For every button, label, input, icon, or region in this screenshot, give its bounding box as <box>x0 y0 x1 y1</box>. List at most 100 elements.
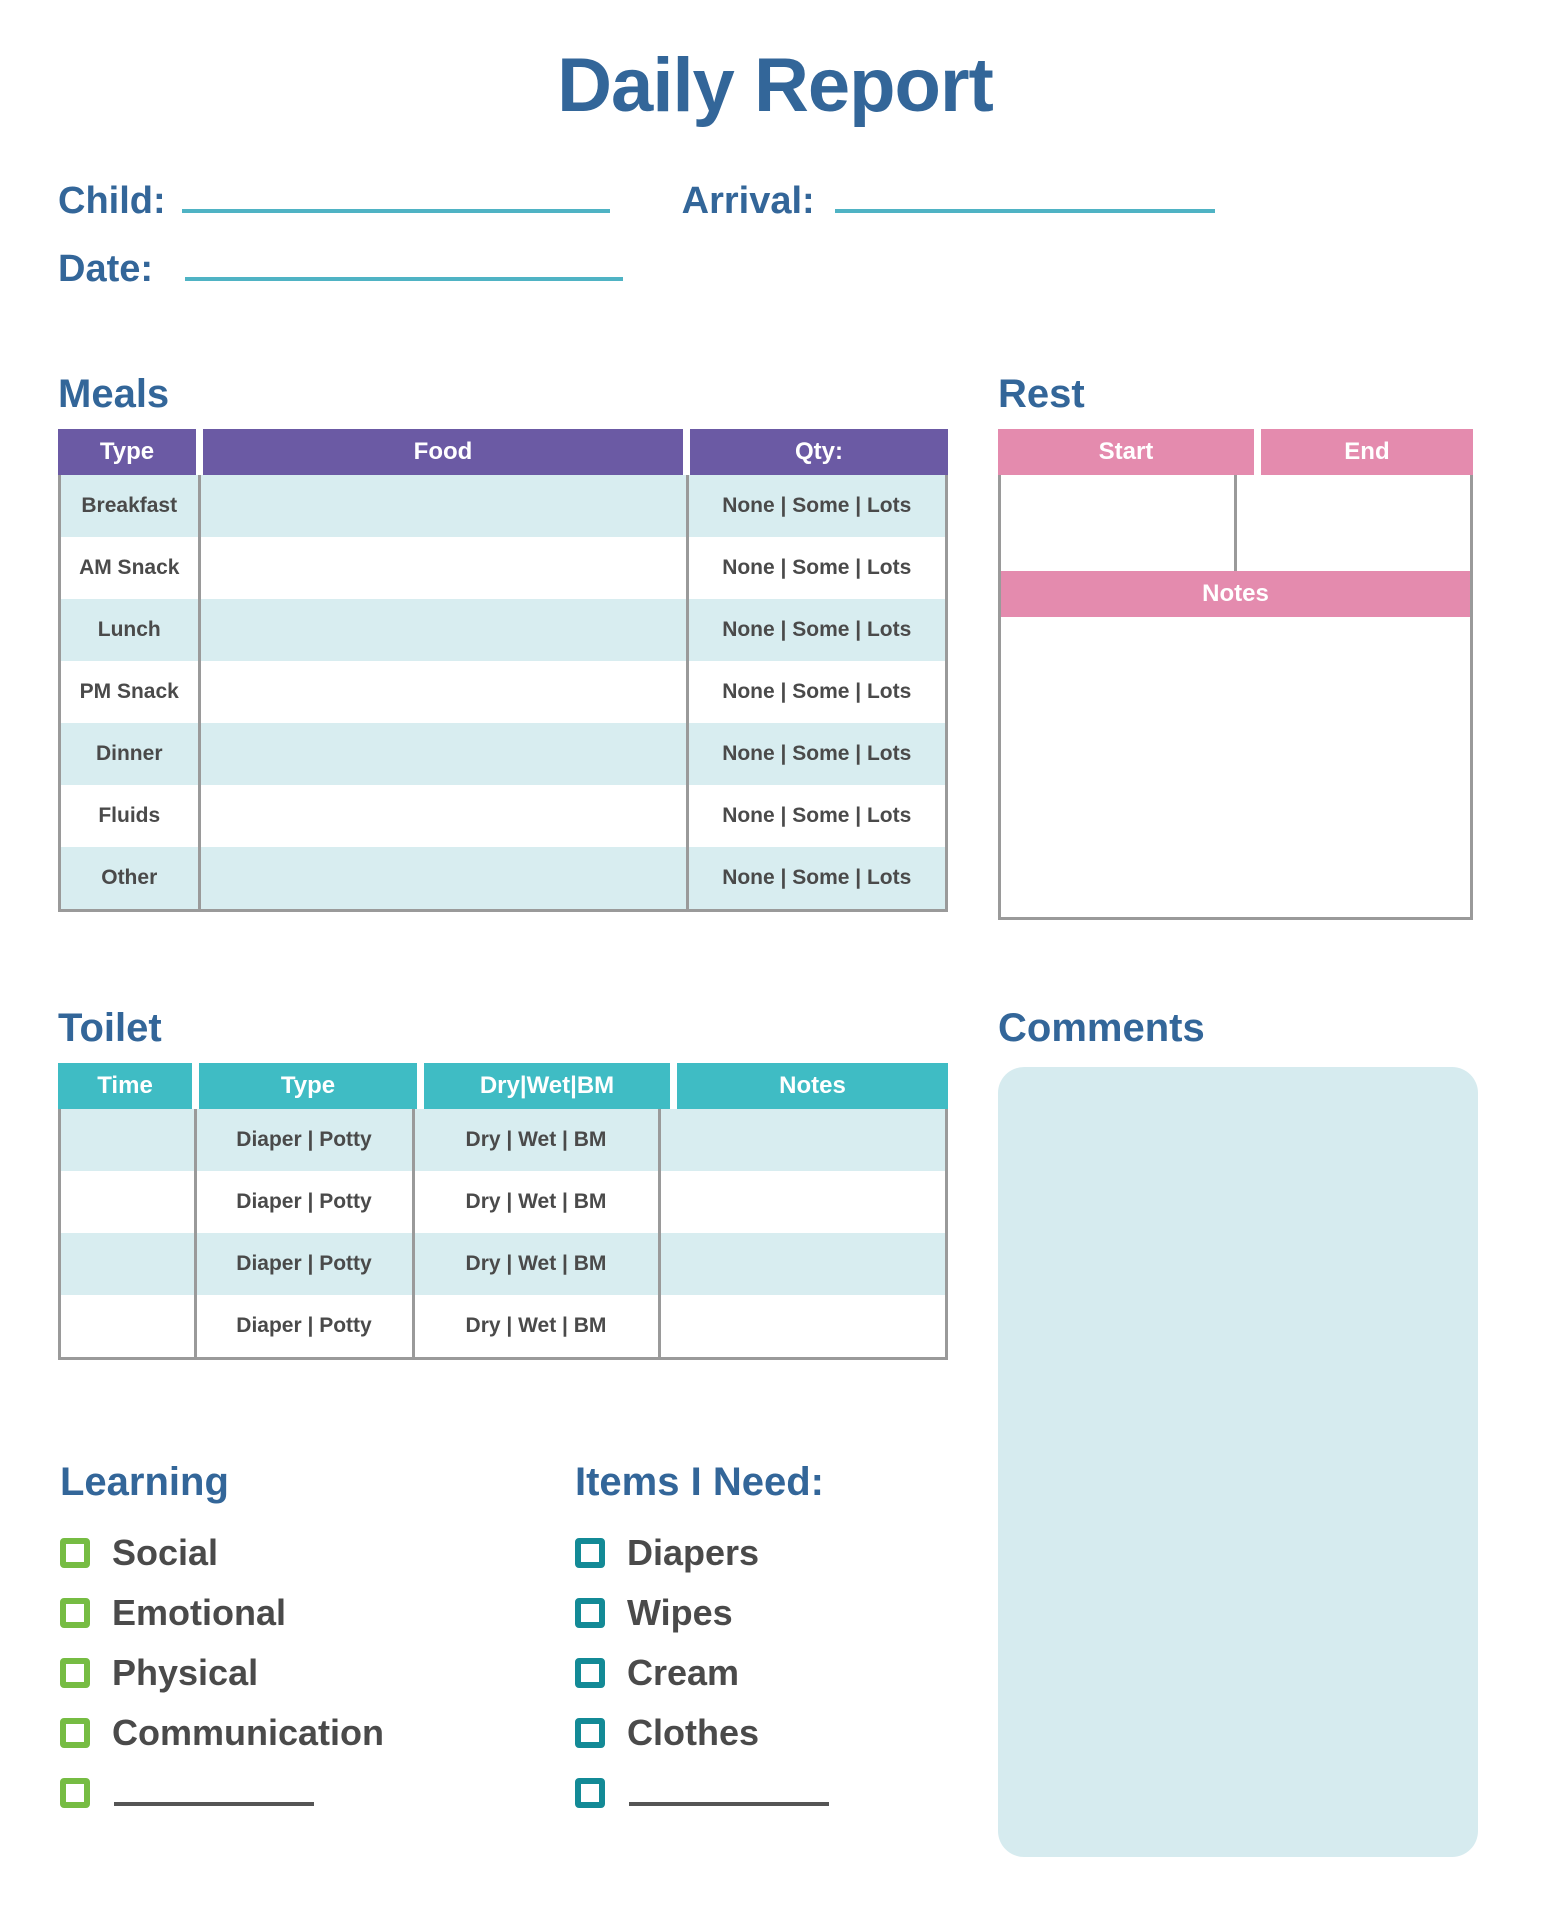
date-label: Date: <box>58 248 154 290</box>
arrival-input[interactable] <box>834 177 1215 213</box>
learning-checklist: Social Emotional Physical Communication <box>60 1523 490 1823</box>
meal-food-input[interactable] <box>199 537 689 599</box>
toilet-drywetbm-options[interactable]: Dry | Wet | BM <box>413 1233 661 1295</box>
toilet-time-input[interactable] <box>61 1295 197 1357</box>
toilet-notes-input[interactable] <box>659 1295 945 1357</box>
learning-heading: Learning <box>60 1460 229 1504</box>
list-item[interactable]: Cream <box>575 1643 975 1703</box>
toilet-notes-input[interactable] <box>659 1171 945 1233</box>
items-needed-item-label: Wipes <box>627 1592 733 1633</box>
toilet-time-input[interactable] <box>61 1171 197 1233</box>
list-item[interactable]: Diapers <box>575 1523 975 1583</box>
toilet-drywetbm-options[interactable]: Dry | Wet | BM <box>413 1171 661 1233</box>
meal-food-input[interactable] <box>199 475 689 537</box>
checkbox-icon[interactable] <box>60 1538 90 1568</box>
learning-item-label: Physical <box>112 1652 259 1693</box>
toilet-drywetbm-options[interactable]: Dry | Wet | BM <box>413 1109 661 1171</box>
list-item[interactable]: Wipes <box>575 1583 975 1643</box>
page-title: Daily Report <box>557 43 994 128</box>
meal-type: Dinner <box>61 723 201 785</box>
rest-start-input[interactable] <box>1001 475 1237 571</box>
learning-item-label: Social <box>112 1532 219 1573</box>
meal-qty-options[interactable]: None | Some | Lots <box>687 847 945 909</box>
checkbox-icon[interactable] <box>60 1598 90 1628</box>
table-row[interactable]: AM Snack None | Some | Lots <box>61 537 945 599</box>
checkbox-icon[interactable] <box>575 1778 605 1808</box>
table-row[interactable]: Other None | Some | Lots <box>61 847 945 909</box>
toilet-notes-input[interactable] <box>659 1109 945 1171</box>
meal-food-input[interactable] <box>199 723 689 785</box>
checkbox-icon[interactable] <box>60 1658 90 1688</box>
meal-qty-options[interactable]: None | Some | Lots <box>687 599 945 661</box>
items-needed-blank-input[interactable] <box>629 1780 829 1806</box>
meal-qty-options[interactable]: None | Some | Lots <box>687 661 945 723</box>
table-row[interactable]: Diaper | Potty Dry | Wet | BM <box>61 1233 945 1295</box>
checkbox-icon[interactable] <box>60 1718 90 1748</box>
meal-qty-options[interactable]: None | Some | Lots <box>687 785 945 847</box>
meal-type: PM Snack <box>61 661 201 723</box>
checkbox-icon[interactable] <box>575 1718 605 1748</box>
rest-end-input[interactable] <box>1237 475 1470 571</box>
items-needed-checklist: Diapers Wipes Cream Clothes <box>575 1523 975 1823</box>
meal-qty-options[interactable]: None | Some | Lots <box>687 475 945 537</box>
list-item[interactable]: Physical <box>60 1643 490 1703</box>
toilet-type-options[interactable]: Diaper | Potty <box>195 1233 415 1295</box>
table-row[interactable]: Fluids None | Some | Lots <box>61 785 945 847</box>
toilet-notes-input[interactable] <box>659 1233 945 1295</box>
meal-type: Other <box>61 847 201 909</box>
table-row[interactable]: Diaper | Potty Dry | Wet | BM <box>61 1109 945 1171</box>
toilet-col-type: Type <box>199 1063 417 1109</box>
meal-qty-options[interactable]: None | Some | Lots <box>687 537 945 599</box>
meal-food-input[interactable] <box>199 785 689 847</box>
checkbox-icon[interactable] <box>575 1658 605 1688</box>
rest-col-end: End <box>1260 429 1473 475</box>
meal-food-input[interactable] <box>199 847 689 909</box>
toilet-type-options[interactable]: Diaper | Potty <box>195 1109 415 1171</box>
meals-heading: Meals <box>58 372 170 416</box>
items-needed-heading: Items I Need: <box>575 1460 824 1504</box>
table-row[interactable]: Diaper | Potty Dry | Wet | BM <box>61 1171 945 1233</box>
list-item[interactable]: Clothes <box>575 1703 975 1763</box>
meals-header-table: Type Food Qty: <box>58 429 948 475</box>
table-row[interactable]: PM Snack None | Some | Lots <box>61 661 945 723</box>
list-item[interactable]: Emotional <box>60 1583 490 1643</box>
list-item[interactable]: Social <box>60 1523 490 1583</box>
table-row[interactable]: Breakfast None | Some | Lots <box>61 475 945 537</box>
toilet-section: Toilet Time Type Dry|Wet|BM Notes Diaper… <box>58 1006 948 1360</box>
meal-type: Fluids <box>61 785 201 847</box>
identity-block: Child: Arrival: Date: <box>0 177 1550 291</box>
list-item[interactable]: Communication <box>60 1703 490 1763</box>
divider <box>670 1063 677 1109</box>
toilet-time-input[interactable] <box>61 1233 197 1295</box>
rest-heading: Rest <box>998 372 1085 416</box>
meal-food-input[interactable] <box>199 661 689 723</box>
meals-body: Breakfast None | Some | Lots AM Snack No… <box>58 475 948 912</box>
daily-report-page: Daily Report Child: Arrival: Date: Meals… <box>0 0 1550 1920</box>
toilet-time-input[interactable] <box>61 1109 197 1171</box>
toilet-drywetbm-options[interactable]: Dry | Wet | BM <box>413 1295 661 1357</box>
table-row[interactable]: Lunch None | Some | Lots <box>61 599 945 661</box>
child-input[interactable] <box>181 177 610 213</box>
table-row[interactable]: Diaper | Potty Dry | Wet | BM <box>61 1295 945 1357</box>
table-row[interactable]: Dinner None | Some | Lots <box>61 723 945 785</box>
meal-qty-options[interactable]: None | Some | Lots <box>687 723 945 785</box>
checkbox-icon[interactable] <box>575 1538 605 1568</box>
toilet-col-drywetbm: Dry|Wet|BM <box>424 1063 670 1109</box>
items-needed-section: Items I Need: Diapers Wipes Cream Clothe… <box>575 1460 975 1823</box>
comments-input[interactable] <box>998 1067 1478 1857</box>
divider <box>683 429 690 475</box>
child-label: Child: <box>58 180 166 222</box>
rest-notes-input[interactable] <box>1001 617 1470 917</box>
date-input[interactable] <box>185 245 624 281</box>
learning-item-label: Emotional <box>112 1592 287 1633</box>
list-item-blank[interactable] <box>575 1763 975 1823</box>
checkbox-icon[interactable] <box>60 1778 90 1808</box>
toilet-col-notes: Notes <box>677 1063 948 1109</box>
toilet-type-options[interactable]: Diaper | Potty <box>195 1295 415 1357</box>
items-needed-item-label: Diapers <box>627 1532 760 1573</box>
learning-blank-input[interactable] <box>114 1780 314 1806</box>
checkbox-icon[interactable] <box>575 1598 605 1628</box>
toilet-type-options[interactable]: Diaper | Potty <box>195 1171 415 1233</box>
list-item-blank[interactable] <box>60 1763 490 1823</box>
meal-food-input[interactable] <box>199 599 689 661</box>
